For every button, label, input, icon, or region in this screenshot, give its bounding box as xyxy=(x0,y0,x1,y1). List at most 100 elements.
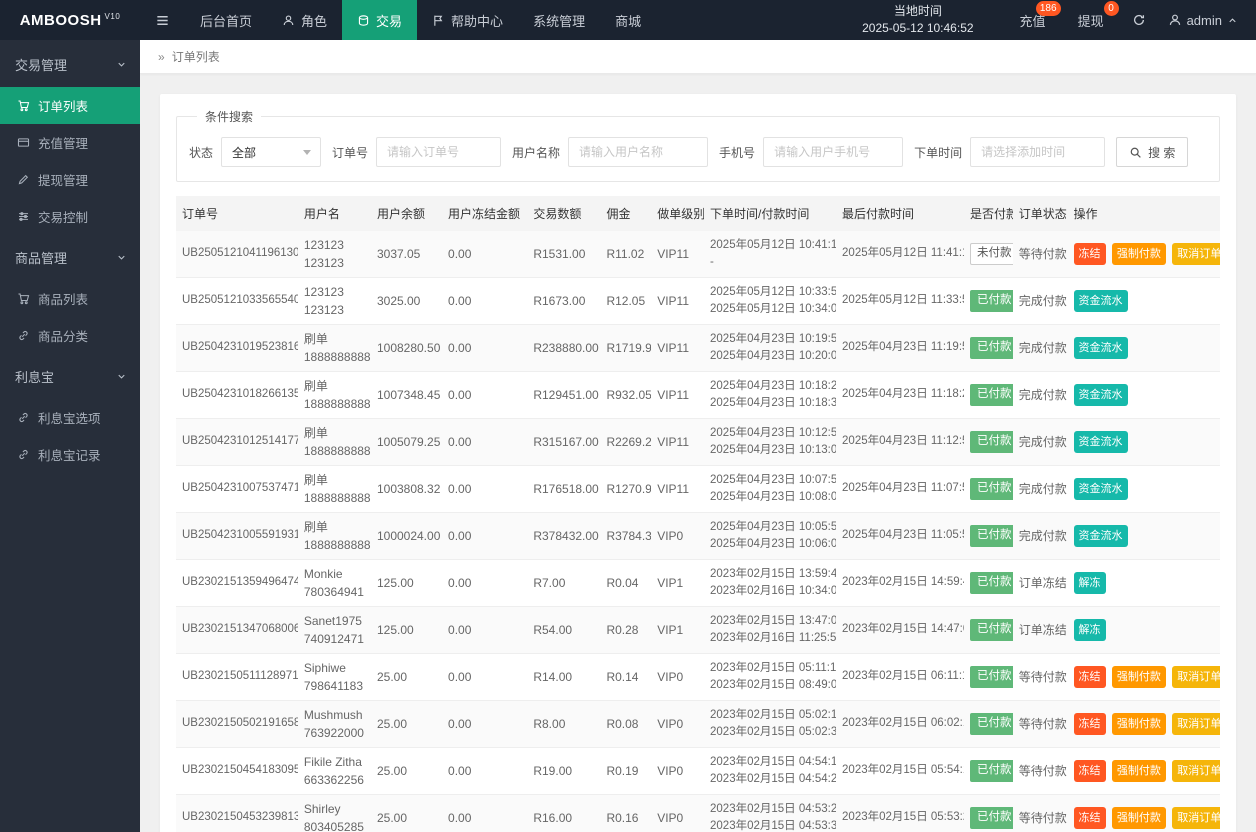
nav-item-home[interactable]: 后台首页 xyxy=(185,0,267,40)
cell-last-pay-time: 2023年02月15日 05:54:18 xyxy=(836,748,964,795)
action-button[interactable]: 解冻 xyxy=(1074,619,1106,642)
cell-commission: R0.14 xyxy=(600,654,651,701)
cell-order-no: UB2302150454183095 xyxy=(176,748,298,795)
action-button[interactable]: 强制付款 xyxy=(1112,760,1166,783)
nav-label: 交易 xyxy=(376,11,402,30)
search-icon xyxy=(1129,146,1142,159)
withdraw-label: 提现 xyxy=(1078,11,1104,30)
order-time-input[interactable] xyxy=(970,137,1105,167)
table-row: UB2505121041196130 123123 123123 3037.05… xyxy=(176,231,1220,278)
action-button[interactable]: 取消订单 xyxy=(1172,666,1220,689)
pay-status-badge: 已付款 xyxy=(970,619,1013,640)
action-button[interactable]: 冻结 xyxy=(1074,807,1106,830)
cell-order-no: UB2302151359496474 xyxy=(176,560,298,607)
sidebar-item-withdraw-management[interactable]: 提现管理 xyxy=(0,161,140,198)
username-line2: 763922000 xyxy=(304,724,365,742)
username-line1: Shirley xyxy=(304,800,365,818)
status-label: 状态 xyxy=(189,144,213,161)
column-header: 订单状态 xyxy=(1013,196,1068,231)
order-no-input[interactable] xyxy=(376,137,501,167)
refresh-button[interactable] xyxy=(1120,0,1158,40)
cell-last-pay-time: 2023年02月15日 06:02:19 xyxy=(836,701,964,748)
sidebar-section-product-management[interactable]: 商品管理 xyxy=(0,235,140,280)
cell-balance: 25.00 xyxy=(371,701,442,748)
nav-item-system[interactable]: 系统管理 xyxy=(518,0,600,40)
cell-username: Monkie 780364941 xyxy=(298,560,371,607)
sidebar-item-recharge-management[interactable]: 充值管理 xyxy=(0,124,140,161)
search-button[interactable]: 搜 索 xyxy=(1116,137,1188,167)
cell-last-pay-time: 2023年02月15日 14:47:06 xyxy=(836,607,964,654)
cell-balance: 125.00 xyxy=(371,607,442,654)
nav-item-role[interactable]: 角色 xyxy=(267,0,342,40)
withdraw-button[interactable]: 提现 0 xyxy=(1062,0,1120,40)
table-row: UB2302150454183095 Fikile Zitha 66336225… xyxy=(176,748,1220,795)
cell-operations: 资金流水 xyxy=(1068,278,1220,325)
cell-trade-amount: R1673.00 xyxy=(527,278,600,325)
topbar: AMBOOSH V10 后台首页 角色 交易 帮助中心 系统管理 商城 当地时间 xyxy=(0,0,1256,40)
action-button[interactable]: 资金流水 xyxy=(1074,431,1128,454)
cell-level: VIP1 xyxy=(651,607,704,654)
status-select[interactable]: 全部 xyxy=(221,137,321,167)
cell-order-status: 等待付款 xyxy=(1013,748,1068,795)
section-title: 交易管理 xyxy=(15,55,67,74)
pay-time: 2023年02月15日 08:49:07 xyxy=(710,677,830,694)
cell-last-pay-time: 2025年04月23日 11:07:53 xyxy=(836,466,964,513)
phone-input[interactable] xyxy=(763,137,903,167)
sidebar-section-interest[interactable]: 利息宝 xyxy=(0,354,140,399)
action-button[interactable]: 资金流水 xyxy=(1074,478,1128,501)
action-button[interactable]: 资金流水 xyxy=(1074,337,1128,360)
action-button[interactable]: 取消订单 xyxy=(1172,760,1220,783)
cell-level: VIP0 xyxy=(651,795,704,832)
local-time: 当地时间 2025-05-12 10:46:52 xyxy=(862,3,973,37)
action-button[interactable]: 强制付款 xyxy=(1112,713,1166,736)
cell-trade-amount: R7.00 xyxy=(527,560,600,607)
recharge-button[interactable]: 充值 186 xyxy=(1004,0,1062,40)
search-panel-title: 条件搜索 xyxy=(197,108,261,125)
nav-label: 系统管理 xyxy=(533,11,585,30)
column-header: 佣金 xyxy=(600,196,651,231)
username-line1: 刷单 xyxy=(304,471,365,489)
action-button[interactable]: 强制付款 xyxy=(1112,666,1166,689)
sidebar-item-trade-control[interactable]: 交易控制 xyxy=(0,198,140,235)
cell-commission: R0.28 xyxy=(600,607,651,654)
nav-item-help-center[interactable]: 帮助中心 xyxy=(417,0,518,40)
action-button[interactable]: 冻结 xyxy=(1074,666,1106,689)
nav-item-mall[interactable]: 商城 xyxy=(600,0,656,40)
column-header: 用户冻结金额 xyxy=(442,196,527,231)
username-line1: Mushmush xyxy=(304,706,365,724)
action-button[interactable]: 强制付款 xyxy=(1112,807,1166,830)
username-line2: 803405285 xyxy=(304,818,365,832)
action-button[interactable]: 冻结 xyxy=(1074,713,1106,736)
sidebar-item-product-category[interactable]: 商品分类 xyxy=(0,317,140,354)
action-button[interactable]: 取消订单 xyxy=(1172,713,1220,736)
sidebar-item-order-list[interactable]: 订单列表 xyxy=(0,87,140,124)
cell-frozen-amount: 0.00 xyxy=(442,325,527,372)
action-button[interactable]: 冻结 xyxy=(1074,760,1106,783)
action-button[interactable]: 取消订单 xyxy=(1172,243,1220,266)
sidebar-item-product-list[interactable]: 商品列表 xyxy=(0,280,140,317)
table-row: UB2505121033565540 123123 123123 3025.00… xyxy=(176,278,1220,325)
cell-last-pay-time: 2023年02月15日 06:11:12 xyxy=(836,654,964,701)
link-icon xyxy=(17,329,30,342)
sidebar-item-interest-options[interactable]: 利息宝选项 xyxy=(0,399,140,436)
action-button[interactable]: 资金流水 xyxy=(1074,525,1128,548)
cell-last-pay-time: 2025年04月23日 11:12:51 xyxy=(836,419,964,466)
nav-item-trade[interactable]: 交易 xyxy=(342,0,417,40)
hamburger-menu-button[interactable] xyxy=(140,0,185,40)
action-button[interactable]: 强制付款 xyxy=(1112,243,1166,266)
action-button[interactable]: 资金流水 xyxy=(1074,290,1128,313)
sidebar-item-interest-records[interactable]: 利息宝记录 xyxy=(0,436,140,473)
action-button[interactable]: 资金流水 xyxy=(1074,384,1128,407)
user-name-input[interactable] xyxy=(568,137,708,167)
action-button[interactable]: 冻结 xyxy=(1074,243,1106,266)
cell-level: VIP11 xyxy=(651,466,704,513)
cell-level: VIP11 xyxy=(651,231,704,278)
refresh-icon xyxy=(1132,13,1146,27)
action-button[interactable]: 取消订单 xyxy=(1172,807,1220,830)
search-button-label: 搜 索 xyxy=(1148,144,1175,161)
user-menu[interactable]: admin xyxy=(1158,13,1256,28)
action-button[interactable]: 解冻 xyxy=(1074,572,1106,595)
sliders-icon xyxy=(17,210,30,223)
cell-pay-status: 已付款 xyxy=(964,560,1013,607)
sidebar-section-trade-management[interactable]: 交易管理 xyxy=(0,42,140,87)
